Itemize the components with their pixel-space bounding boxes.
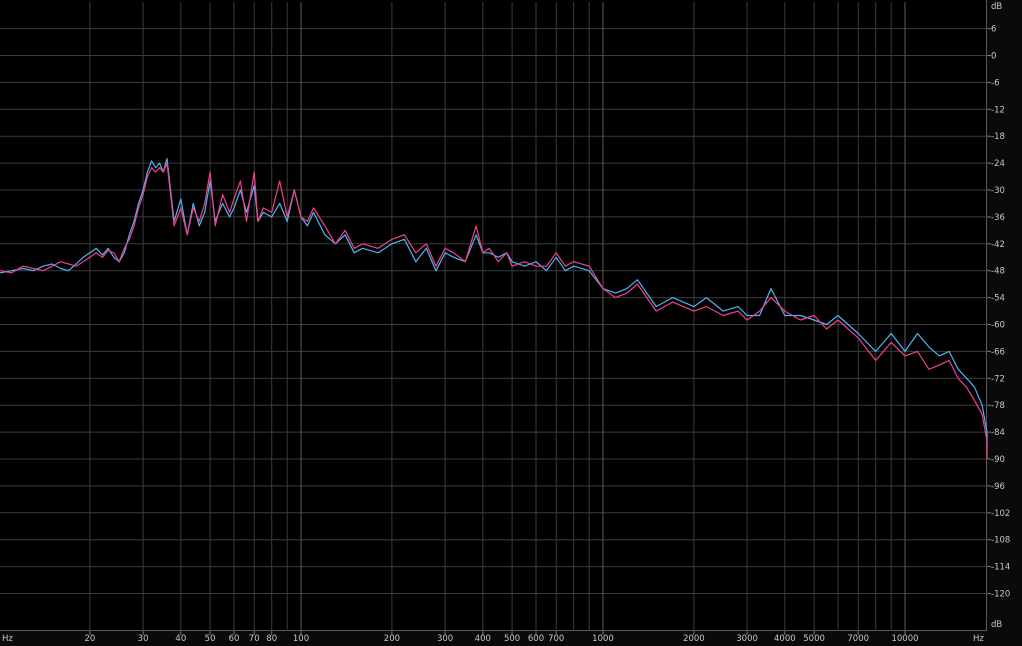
spectrum-analyzer: 6 0 -6 -12 -18 -24 -30 -36 -42 -48 -54 -60 -66 -72 -78… bbox=[0, 0, 1022, 646]
hz-unit-left-label: Hz bbox=[2, 634, 13, 644]
frequency-tick-label: 70 bbox=[249, 634, 260, 644]
frequency-tick-label: 60 bbox=[229, 634, 240, 644]
frequency-tick-label: 40 bbox=[175, 634, 186, 644]
db-tick-label: -66 bbox=[991, 347, 1005, 357]
frequency-tick-label: 300 bbox=[437, 634, 453, 644]
db-tick-label: -120 bbox=[991, 590, 1010, 600]
db-tick-label: -114 bbox=[991, 563, 1010, 573]
db-tick-label: -6 bbox=[991, 78, 999, 88]
hz-unit-right-label: Hz bbox=[973, 634, 984, 644]
spectrum-curve-right bbox=[0, 162, 988, 459]
db-tick-label: -102 bbox=[991, 509, 1010, 519]
db-tick-label: -42 bbox=[991, 240, 1005, 250]
db-tick-label: -54 bbox=[991, 294, 1005, 304]
frequency-tick-label: 3000 bbox=[736, 634, 758, 644]
db-tick-label: -18 bbox=[991, 132, 1005, 142]
db-tick-labels: 6 0 -6 -12 -18 -24 -30 -36 -42 -48 -54 -60 -66 -72 -78… bbox=[987, 25, 1010, 600]
frequency-tick-label: 50 bbox=[205, 634, 216, 644]
frequency-tick-label: 400 bbox=[475, 634, 491, 644]
db-tick-label: -108 bbox=[991, 536, 1010, 546]
spectrum-curve-left bbox=[0, 158, 988, 450]
frequency-tick-label: 600 bbox=[528, 634, 544, 644]
db-unit-bottom-label: dB bbox=[991, 620, 1002, 630]
frequency-tick-labels: 20 30 40 50 60 70 80 100 200 300 400 500 600 700 1000 2… bbox=[84, 631, 919, 644]
frequency-tick-label: 200 bbox=[384, 634, 400, 644]
frequency-tick-label: 10000 bbox=[891, 634, 918, 644]
db-unit-top-label: dB bbox=[991, 2, 1002, 12]
db-tick-label: 6 bbox=[991, 25, 996, 35]
frequency-tick-label: 1000 bbox=[592, 634, 614, 644]
db-tick-label: -72 bbox=[991, 374, 1005, 384]
frequency-tick-label: 30 bbox=[138, 634, 149, 644]
frequency-tick-label: 5000 bbox=[803, 634, 825, 644]
frequency-tick-label: 700 bbox=[548, 634, 564, 644]
frequency-tick-label: 500 bbox=[504, 634, 520, 644]
frequency-tick-label: 2000 bbox=[683, 634, 705, 644]
spectrum-chart: 60-6-12-18-24-30-36-42-48-54-60-66-72-78… bbox=[0, 2, 1010, 644]
db-tick-label: -12 bbox=[991, 105, 1005, 115]
db-tick-label: 0 bbox=[991, 52, 996, 62]
db-tick-label: -48 bbox=[991, 267, 1005, 277]
frequency-tick-label: 7000 bbox=[847, 634, 869, 644]
db-tick-label: -24 bbox=[991, 159, 1005, 169]
db-tick-label: -60 bbox=[991, 321, 1005, 331]
db-tick-label: -36 bbox=[991, 213, 1005, 223]
db-tick-label: -90 bbox=[991, 455, 1005, 465]
db-tick-label: -96 bbox=[991, 482, 1005, 492]
frequency-tick-label: 20 bbox=[84, 634, 95, 644]
db-tick-label: -84 bbox=[991, 428, 1005, 438]
db-tick-label: -78 bbox=[991, 401, 1005, 411]
frequency-tick-label: 4000 bbox=[774, 634, 796, 644]
spectrum-curves bbox=[0, 158, 988, 459]
frequency-tick-label: 80 bbox=[266, 634, 277, 644]
db-tick-label: -30 bbox=[991, 186, 1005, 196]
frequency-tick-label: 100 bbox=[293, 634, 309, 644]
